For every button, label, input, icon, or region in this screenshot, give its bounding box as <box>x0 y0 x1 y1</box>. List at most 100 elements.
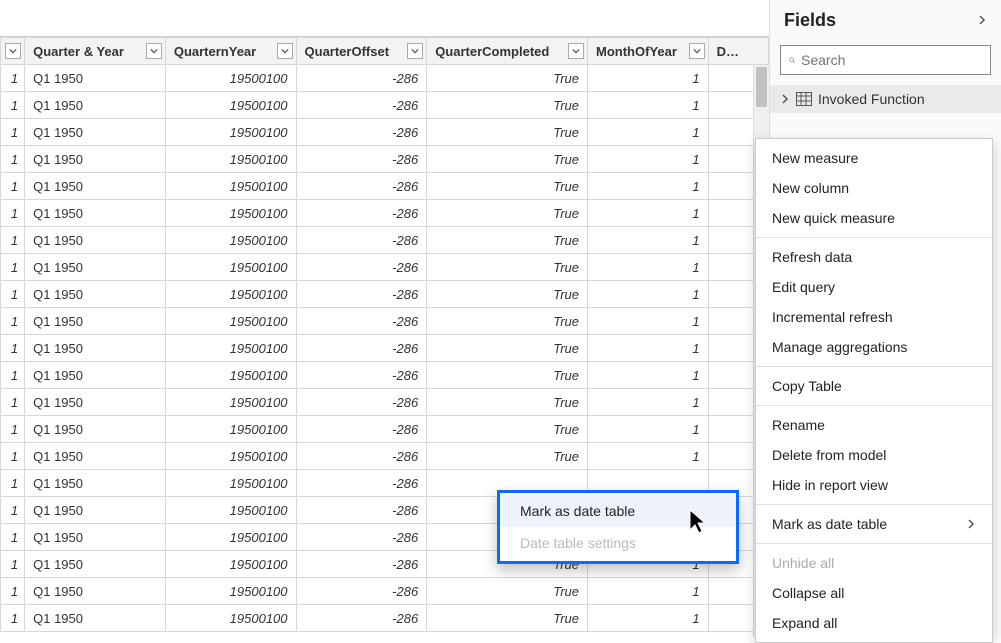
col-header-day-of[interactable]: DayOf <box>708 38 768 65</box>
table-row[interactable]: 1Q1 195019500100-286True1 <box>1 443 769 470</box>
cell-quartern-year[interactable]: 19500100 <box>165 416 296 443</box>
cell-index[interactable]: 1 <box>1 119 25 146</box>
cell-index[interactable]: 1 <box>1 443 25 470</box>
cell-quarter-year[interactable]: Q1 1950 <box>25 389 166 416</box>
cell-quarter-year[interactable]: Q1 1950 <box>25 119 166 146</box>
cell-month-of-year[interactable]: 1 <box>588 146 709 173</box>
cell-quarter-offset[interactable]: -286 <box>296 308 427 335</box>
cell-quarter-completed[interactable]: True <box>427 443 588 470</box>
cell-quarter-year[interactable]: Q1 1950 <box>25 335 166 362</box>
menu-item-collapse-all[interactable]: Collapse all <box>756 578 992 608</box>
cell-quartern-year[interactable]: 19500100 <box>165 551 296 578</box>
cell-quarter-offset[interactable]: -286 <box>296 119 427 146</box>
cell-quartern-year[interactable]: 19500100 <box>165 281 296 308</box>
col-header-quarter-completed[interactable]: QuarterCompleted <box>427 38 588 65</box>
cell-quartern-year[interactable]: 19500100 <box>165 578 296 605</box>
cell-quarter-completed[interactable]: True <box>427 200 588 227</box>
cell-index[interactable]: 1 <box>1 254 25 281</box>
cell-quarter-year[interactable]: Q1 1950 <box>25 578 166 605</box>
cell-quarter-completed[interactable]: True <box>427 173 588 200</box>
cell-quarter-offset[interactable]: -286 <box>296 281 427 308</box>
col-header-quarter-offset[interactable]: QuarterOffset <box>296 38 427 65</box>
cell-index[interactable]: 1 <box>1 605 25 632</box>
table-row[interactable]: 1Q1 195019500100-286True1 <box>1 335 769 362</box>
cell-quarter-year[interactable]: Q1 1950 <box>25 281 166 308</box>
cell-index[interactable]: 1 <box>1 146 25 173</box>
field-table-item[interactable]: Invoked Function <box>770 85 1001 113</box>
table-row[interactable]: 1Q1 195019500100-286True1 <box>1 416 769 443</box>
cell-quarter-year[interactable]: Q1 1950 <box>25 173 166 200</box>
cell-index[interactable]: 1 <box>1 173 25 200</box>
cell-quarter-completed[interactable]: True <box>427 119 588 146</box>
cell-quartern-year[interactable]: 19500100 <box>165 65 296 92</box>
cell-quartern-year[interactable]: 19500100 <box>165 227 296 254</box>
cell-quarter-offset[interactable]: -286 <box>296 335 427 362</box>
cell-quarter-completed[interactable]: True <box>427 146 588 173</box>
chevron-right-icon[interactable] <box>977 13 987 28</box>
cell-quarter-offset[interactable]: -286 <box>296 254 427 281</box>
cell-quarter-offset[interactable]: -286 <box>296 551 427 578</box>
cell-quarter-year[interactable]: Q1 1950 <box>25 416 166 443</box>
cell-quartern-year[interactable]: 19500100 <box>165 335 296 362</box>
menu-item-refresh-data[interactable]: Refresh data <box>756 242 992 272</box>
cell-index[interactable]: 1 <box>1 308 25 335</box>
cell-month-of-year[interactable]: 1 <box>588 173 709 200</box>
filter-button[interactable] <box>5 43 21 59</box>
cell-quarter-offset[interactable]: -286 <box>296 497 427 524</box>
cell-quarter-completed[interactable]: True <box>427 65 588 92</box>
cell-quarter-offset[interactable]: -286 <box>296 227 427 254</box>
table-row[interactable]: 1Q1 195019500100-286True1 <box>1 578 769 605</box>
cell-quartern-year[interactable]: 19500100 <box>165 497 296 524</box>
menu-item-new-measure[interactable]: New measure <box>756 143 992 173</box>
cell-month-of-year[interactable]: 1 <box>588 416 709 443</box>
cell-index[interactable]: 1 <box>1 65 25 92</box>
cell-month-of-year[interactable]: 1 <box>588 92 709 119</box>
filter-button[interactable] <box>407 43 423 59</box>
menu-item-new-quick-measure[interactable]: New quick measure <box>756 203 992 233</box>
filter-button[interactable] <box>277 43 293 59</box>
col-header-month-of-year[interactable]: MonthOfYear <box>588 38 709 65</box>
cell-quartern-year[interactable]: 19500100 <box>165 605 296 632</box>
cell-quarter-year[interactable]: Q1 1950 <box>25 254 166 281</box>
cell-month-of-year[interactable]: 1 <box>588 254 709 281</box>
col-header-quartern-year[interactable]: QuarternYear <box>165 38 296 65</box>
table-row[interactable]: 1Q1 195019500100-286True1 <box>1 227 769 254</box>
cell-month-of-year[interactable]: 1 <box>588 389 709 416</box>
cell-quartern-year[interactable]: 19500100 <box>165 92 296 119</box>
cell-quarter-offset[interactable]: -286 <box>296 416 427 443</box>
cell-index[interactable]: 1 <box>1 524 25 551</box>
filter-button[interactable] <box>568 43 584 59</box>
menu-item-expand-all[interactable]: Expand all <box>756 608 992 638</box>
cell-quarter-year[interactable]: Q1 1950 <box>25 605 166 632</box>
cell-quartern-year[interactable]: 19500100 <box>165 524 296 551</box>
cell-quarter-completed[interactable]: True <box>427 281 588 308</box>
menu-item-hide-in-report-view[interactable]: Hide in report view <box>756 470 992 500</box>
cell-index[interactable]: 1 <box>1 416 25 443</box>
cell-month-of-year[interactable]: 1 <box>588 308 709 335</box>
context-menu[interactable]: New measureNew columnNew quick measureRe… <box>755 138 993 643</box>
table-row[interactable]: 1Q1 195019500100-286True1 <box>1 389 769 416</box>
cell-quartern-year[interactable]: 19500100 <box>165 470 296 497</box>
cell-index[interactable]: 1 <box>1 281 25 308</box>
cell-month-of-year[interactable]: 1 <box>588 281 709 308</box>
cell-quarter-offset[interactable]: -286 <box>296 389 427 416</box>
table-row[interactable]: 1Q1 195019500100-286True1 <box>1 119 769 146</box>
cell-index[interactable]: 1 <box>1 470 25 497</box>
col-header-index[interactable] <box>1 38 25 65</box>
cell-quarter-completed[interactable]: True <box>427 308 588 335</box>
cell-quarter-offset[interactable]: -286 <box>296 605 427 632</box>
cell-quarter-year[interactable]: Q1 1950 <box>25 65 166 92</box>
cell-quarter-year[interactable]: Q1 1950 <box>25 470 166 497</box>
cell-quarter-year[interactable]: Q1 1950 <box>25 146 166 173</box>
cell-quarter-offset[interactable]: -286 <box>296 92 427 119</box>
cell-month-of-year[interactable]: 1 <box>588 335 709 362</box>
cell-quarter-year[interactable]: Q1 1950 <box>25 362 166 389</box>
table-row[interactable]: 1Q1 195019500100-286True1 <box>1 146 769 173</box>
cell-quarter-offset[interactable]: -286 <box>296 524 427 551</box>
menu-item-mark-as-date-table[interactable]: Mark as date table <box>756 509 992 539</box>
menu-item-edit-query[interactable]: Edit query <box>756 272 992 302</box>
table-row[interactable]: 1Q1 195019500100-286True1 <box>1 308 769 335</box>
submenu-mark-as-date-table[interactable]: Mark as date tableDate table settings <box>497 490 739 564</box>
cell-index[interactable]: 1 <box>1 200 25 227</box>
cell-quarter-year[interactable]: Q1 1950 <box>25 443 166 470</box>
